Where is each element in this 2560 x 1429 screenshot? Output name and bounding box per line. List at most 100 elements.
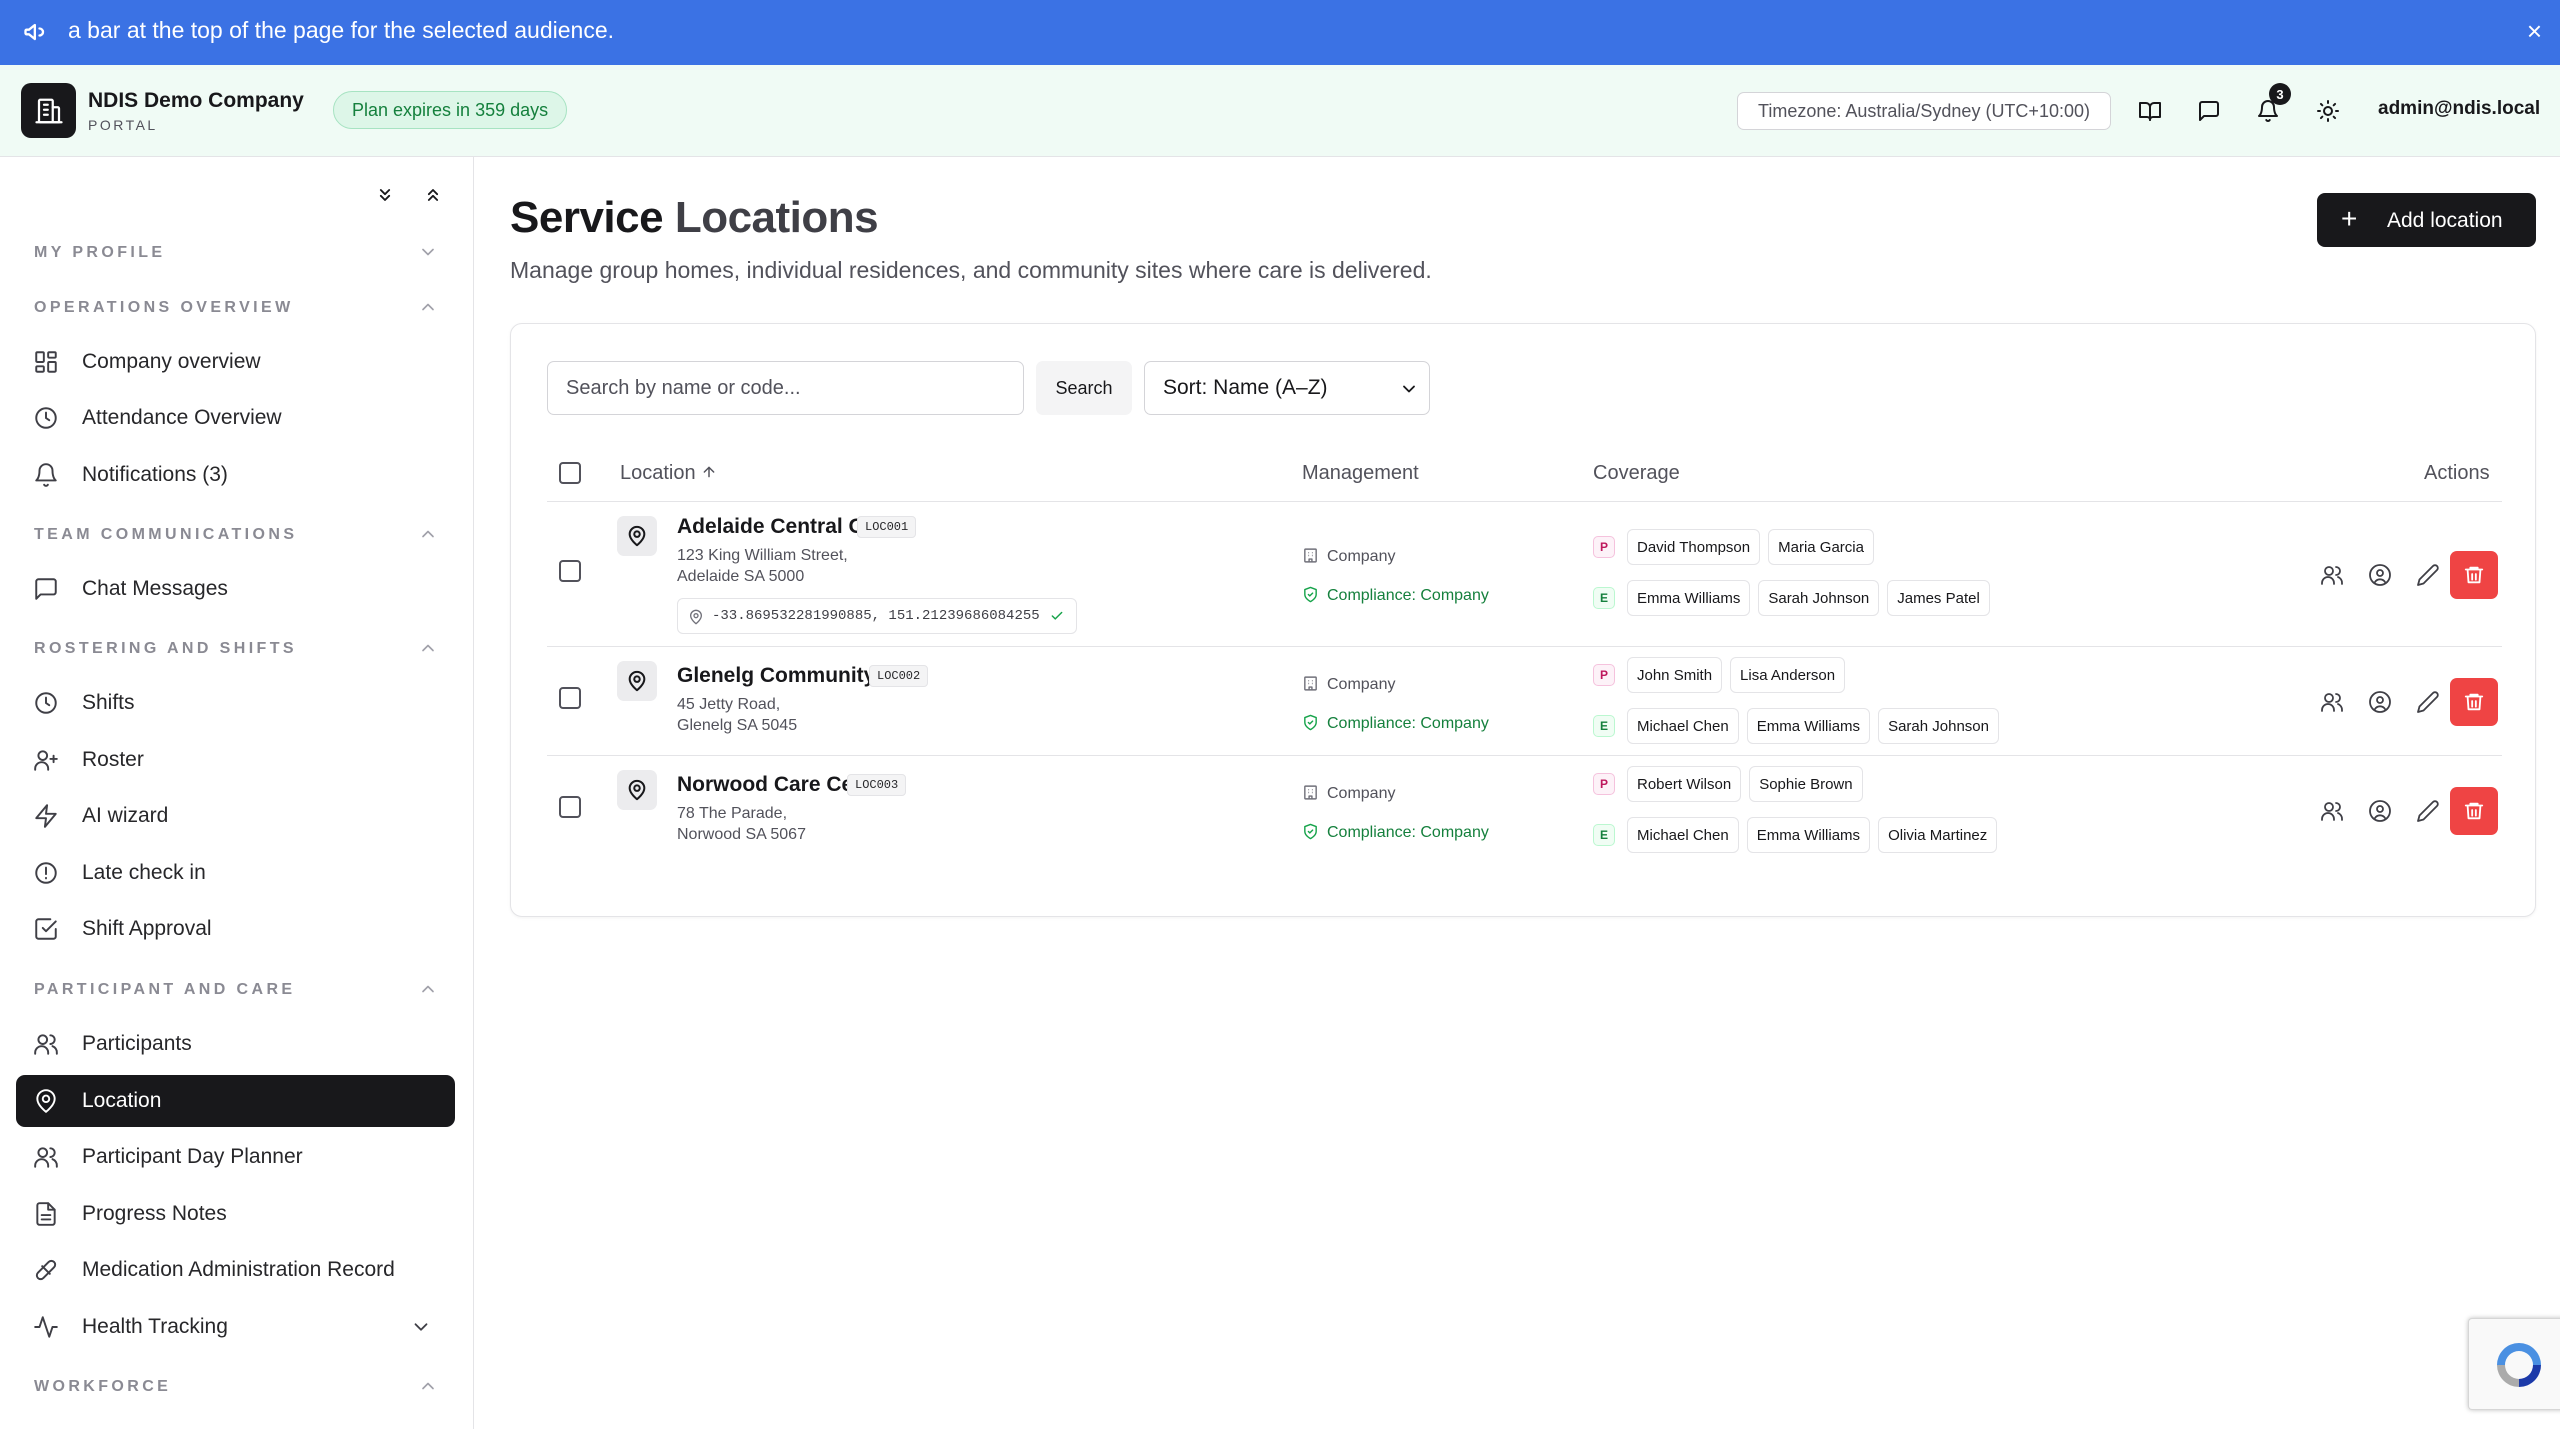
location-code: LOC001	[857, 516, 917, 538]
edit-pencil-icon[interactable]	[2411, 794, 2445, 828]
employee-chip[interactable]: Olivia Martinez	[1878, 817, 1998, 853]
sidebar-item-attendance-overview[interactable]: Attendance Overview	[16, 392, 455, 444]
book-open-icon[interactable]	[2135, 96, 2165, 126]
sidebar-item-health-tracking[interactable]: Health Tracking	[16, 1301, 455, 1353]
employees-tag: E	[1593, 715, 1615, 737]
delete-button[interactable]	[2450, 551, 2498, 599]
file-text-icon	[32, 1200, 60, 1228]
close-announcement-button[interactable]: ×	[2527, 16, 2542, 46]
employee-chip[interactable]: Emma Williams	[1746, 708, 1871, 744]
user-circle-icon[interactable]	[2363, 685, 2397, 719]
collapse-all-chevrons-up-icon[interactable]	[420, 182, 446, 208]
page-description: Manage group homes, individual residence…	[510, 257, 1432, 283]
row-checkbox[interactable]	[559, 560, 581, 582]
sidebar-item-location[interactable]: Location	[16, 1075, 455, 1127]
participants-tag: P	[1593, 664, 1615, 686]
participant-chip[interactable]: Sophie Brown	[1749, 766, 1863, 802]
employee-chip[interactable]: Sarah Johnson	[1758, 580, 1880, 616]
timezone-indicator[interactable]: Timezone: Australia/Sydney (UTC+10:00)	[1737, 92, 2111, 130]
assign-users-icon[interactable]	[2315, 794, 2349, 828]
assign-users-icon[interactable]	[2315, 685, 2349, 719]
participant-chip[interactable]: Maria Garcia	[1768, 529, 1874, 565]
employee-chip[interactable]: Michael Chen	[1627, 817, 1739, 853]
row-checkbox[interactable]	[559, 687, 581, 709]
map-pin-icon	[32, 1087, 60, 1115]
clock-icon	[32, 689, 60, 717]
row-checkbox[interactable]	[559, 796, 581, 818]
edit-pencil-icon[interactable]	[2411, 558, 2445, 592]
assign-users-icon[interactable]	[2315, 558, 2349, 592]
column-actions: Actions	[2424, 462, 2490, 484]
add-location-button[interactable]: + Add location	[2317, 193, 2536, 247]
management-type: Company	[1302, 547, 1395, 566]
chevron-down-icon	[1403, 385, 1415, 393]
employee-chip[interactable]: Sarah Johnson	[1878, 708, 1999, 744]
sidebar-item-shift-approval[interactable]: Shift Approval	[16, 903, 455, 955]
participant-chip[interactable]: David Thompson	[1627, 529, 1761, 565]
participants-tag: P	[1593, 536, 1615, 558]
participant-chip[interactable]: Robert Wilson	[1627, 766, 1742, 802]
edit-pencil-icon[interactable]	[2411, 685, 2445, 719]
user-circle-icon[interactable]	[2363, 794, 2397, 828]
building-icon	[1304, 548, 1317, 563]
building-icon	[34, 98, 63, 123]
chevron-down-icon[interactable]	[418, 242, 438, 262]
section-participant-and-care[interactable]: PARTICIPANT AND CARE	[34, 981, 295, 999]
message-square-icon[interactable]	[2194, 96, 2224, 126]
employees-tag: E	[1593, 587, 1615, 609]
recaptcha-badge[interactable]	[2468, 1318, 2560, 1410]
user-circle-icon[interactable]	[2363, 558, 2397, 592]
theme-toggle-sun-icon[interactable]	[2313, 96, 2343, 126]
table-header: Location Management Coverage Actions	[547, 452, 2502, 502]
participant-chip[interactable]: Lisa Anderson	[1730, 657, 1846, 693]
delete-button[interactable]	[2450, 678, 2498, 726]
employee-chip[interactable]: Emma Williams	[1627, 580, 1751, 616]
sidebar-item-late-check-in[interactable]: Late check in	[16, 847, 455, 899]
address-line-2: Norwood SA 5067	[677, 826, 806, 843]
sidebar-item-chat-messages[interactable]: Chat Messages	[16, 563, 455, 615]
employee-chips: Michael Chen Emma Williams Sarah Johnson	[1627, 708, 1999, 744]
chevron-up-icon[interactable]	[418, 979, 438, 999]
sidebar-item-shifts[interactable]: Shifts	[16, 677, 455, 729]
select-all-checkbox[interactable]	[559, 462, 581, 484]
company-logo[interactable]	[21, 83, 76, 138]
sidebar-item-medication-administration-record[interactable]: Medication Administration Record	[16, 1244, 455, 1296]
clock-icon	[32, 404, 60, 432]
sidebar-item-participants[interactable]: Participants	[16, 1018, 455, 1070]
building-icon	[1304, 785, 1317, 800]
sidebar-item-notifications[interactable]: Notifications (3)	[16, 449, 455, 501]
employees-tag: E	[1593, 824, 1615, 846]
column-coverage: Coverage	[1593, 462, 1680, 484]
shield-check-icon	[1304, 586, 1317, 603]
employee-chip[interactable]: Emma Williams	[1746, 817, 1871, 853]
chevron-up-icon[interactable]	[418, 1376, 438, 1396]
employee-chip[interactable]: James Patel	[1887, 580, 1990, 616]
expand-all-chevrons-down-icon[interactable]	[372, 182, 398, 208]
delete-button[interactable]	[2450, 787, 2498, 835]
sidebar-item-participant-day-planner[interactable]: Participant Day Planner	[16, 1131, 455, 1183]
section-operations-overview[interactable]: OPERATIONS OVERVIEW	[34, 299, 294, 317]
chevron-up-icon[interactable]	[418, 524, 438, 544]
employee-chip[interactable]: Michael Chen	[1627, 708, 1739, 744]
sidebar-item-roster[interactable]: Roster	[16, 734, 455, 786]
search-button[interactable]: Search	[1036, 361, 1132, 415]
coordinates-badge: -33.869532281990885, 151.21239686084255	[677, 598, 1077, 634]
section-team-communications[interactable]: TEAM COMMUNICATIONS	[34, 526, 297, 544]
participant-chip[interactable]: John Smith	[1627, 657, 1723, 693]
search-input[interactable]	[547, 361, 1024, 415]
sidebar-item-ai-wizard[interactable]: AI wizard	[16, 790, 455, 842]
sort-select[interactable]: Sort: Name (A–Z)	[1144, 361, 1430, 415]
section-my-profile[interactable]: MY PROFILE	[34, 244, 166, 262]
user-menu[interactable]: admin@ndis.local	[2378, 98, 2540, 120]
section-rostering-and-shifts[interactable]: ROSTERING AND SHIFTS	[34, 640, 297, 658]
address-line-1: 123 King William Street,	[677, 547, 848, 564]
sidebar-item-progress-notes[interactable]: Progress Notes	[16, 1188, 455, 1240]
sidebar-item-company-overview[interactable]: Company overview	[16, 336, 455, 388]
column-location[interactable]: Location	[620, 462, 717, 485]
notifications-button[interactable]: 3	[2253, 83, 2291, 126]
table-row: Glenelg Community Hub LOC002 45 Jetty Ro…	[547, 647, 2502, 756]
chevron-up-icon[interactable]	[418, 297, 438, 317]
map-pin-icon	[617, 661, 657, 701]
chevron-up-icon[interactable]	[418, 638, 438, 658]
section-workforce[interactable]: WORKFORCE	[34, 1378, 171, 1396]
